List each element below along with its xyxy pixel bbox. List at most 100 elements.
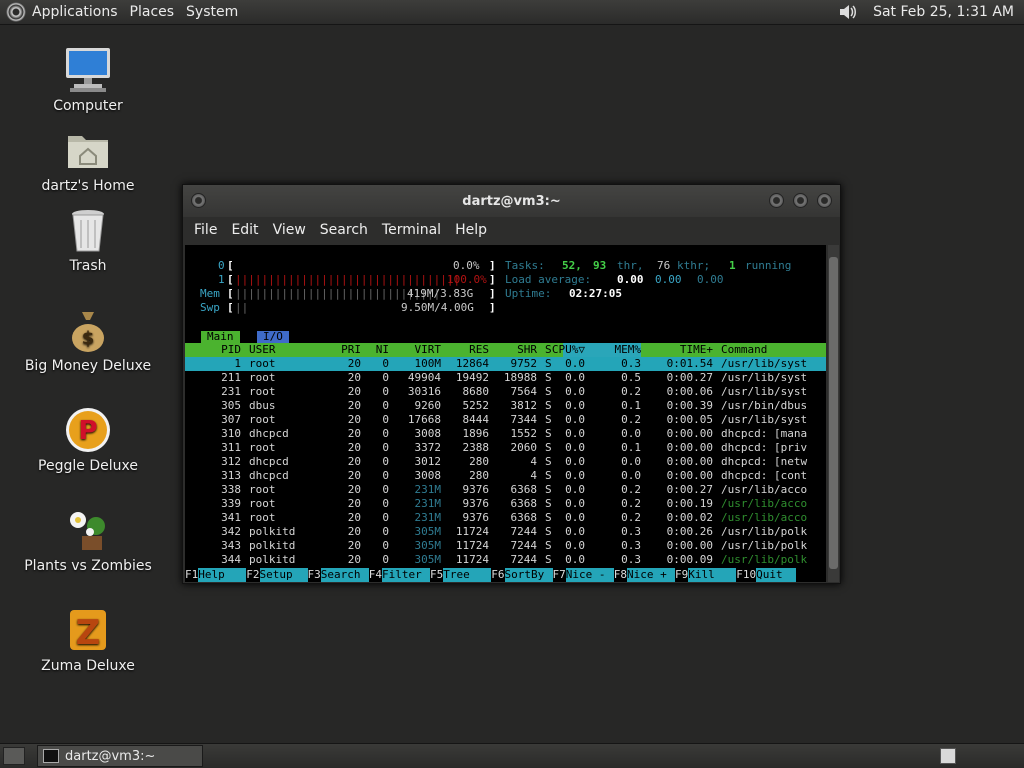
column-header[interactable]: PID <box>201 343 241 357</box>
desktop-icon-plants-zombies[interactable]: Plants vs Zombies <box>0 506 176 574</box>
menu-search[interactable]: Search <box>313 222 375 238</box>
fkey-search-button[interactable]: Search <box>320 568 369 582</box>
uptime: Uptime: 02:27:05 <box>505 287 622 300</box>
fkey-nice--button[interactable]: Nice - <box>565 568 614 582</box>
terminal-scrollbar[interactable] <box>828 245 839 582</box>
clock[interactable]: Sat Feb 25, 1:31 AM <box>867 0 1020 25</box>
process-cell: 339 <box>221 497 241 510</box>
close-icon[interactable] <box>817 193 832 208</box>
process-cell: 0 <box>382 385 389 398</box>
svg-text:$: $ <box>82 328 95 349</box>
process-cell: 0.0 <box>565 371 585 384</box>
process-columns: PID USER PRI NI VIRT RES SHR S CPU%▽ MEM% TIME+ Com… <box>185 343 826 357</box>
desktop-icon-label: Plants vs Zombies <box>24 558 152 574</box>
menu-help[interactable]: Help <box>448 222 494 238</box>
process-cell: /usr/lib/polk <box>721 553 808 566</box>
desktop-icon-zuma[interactable]: Z Zuma Deluxe <box>0 606 176 674</box>
fkey-tree-button[interactable]: Tree <box>443 568 492 582</box>
menu-edit[interactable]: Edit <box>224 222 265 238</box>
show-desktop-icon[interactable] <box>3 747 25 765</box>
fkey-help-button[interactable]: Help <box>198 568 247 582</box>
process-cell: 0.0 <box>565 357 585 370</box>
column-header[interactable]: Command <box>721 343 767 357</box>
desktop-icon-label: Peggle Deluxe <box>38 458 138 474</box>
process-row[interactable]: 311 root 20 0 3372 2388 2060 S 0.0 0.1 0:00.00 dhcp… <box>185 441 826 455</box>
window-titlebar[interactable]: dartz@vm3:~ <box>183 185 840 217</box>
column-header[interactable]: TIME+ <box>673 343 713 357</box>
maximize-icon[interactable] <box>793 193 808 208</box>
volume-icon[interactable] <box>837 1 859 23</box>
process-row[interactable]: 341 root 20 0 231M 9376 6368 S 0.0 0.2 0:00.02/usr… <box>185 511 826 525</box>
process-cell: root <box>249 385 276 398</box>
process-row[interactable]: 1 root 20 0 100M 12864 9752 S 0.0 0.3 0:01.54/usr/… <box>185 357 826 371</box>
column-header[interactable]: SHR <box>497 343 537 357</box>
process-cell: polkitd <box>249 553 296 566</box>
desktop-icon-big-money[interactable]: $ Big Money Deluxe <box>0 306 176 374</box>
menu-applications[interactable]: Applications <box>26 0 124 25</box>
fkey-number: F9 <box>675 568 689 581</box>
workspace-switcher[interactable] <box>940 748 956 764</box>
process-row[interactable]: 342 polkitd 20 0 305M 11724 7244 S 0.0 0.3 0:00.26… <box>185 525 826 539</box>
process-row[interactable]: 338 root 20 0 231M 9376 6368 S 0.0 0.2 0:00.27/usr… <box>185 483 826 497</box>
menu-terminal[interactable]: Terminal <box>375 222 448 238</box>
process-row[interactable]: 305 dbus 20 0 9260 5252 3812 S 0.0 0.1 0:00.39/usr… <box>185 399 826 413</box>
terminal-content[interactable]: 0 [ 0.0% ] 1 [ |||||||||||||||||||||||||… <box>185 245 826 582</box>
plants-zombies-icon <box>64 506 112 554</box>
process-row[interactable]: 310 dhcpcd 20 0 3008 1896 1552 S 0.0 0.0 0:00.00 dh… <box>185 427 826 441</box>
process-cell: 310 <box>221 427 241 440</box>
process-cell: root <box>249 371 276 384</box>
fkey-setup-button[interactable]: Setup <box>259 568 308 582</box>
process-cell: polkitd <box>249 539 296 552</box>
process-row[interactable]: 307 root 20 0 17668 8444 7344 S 0.0 0.2 0:00.05/us… <box>185 413 826 427</box>
scrollbar-thumb[interactable] <box>829 257 838 569</box>
column-header[interactable]: RES <box>449 343 489 357</box>
desktop-icon-computer[interactable]: Computer <box>0 46 176 114</box>
fkey-nice--button[interactable]: Nice + <box>627 568 675 582</box>
menu-places[interactable]: Places <box>124 0 181 25</box>
window-menu-icon[interactable] <box>191 193 206 208</box>
fkey-number: F4 <box>368 568 382 581</box>
process-cell: 0:00.27 <box>666 371 713 384</box>
process-row[interactable]: 211 root 20 0 49904 19492 18988 S 0.0 0.5 0:00.27/… <box>185 371 826 385</box>
fkey-sortby-button[interactable]: SortBy <box>504 568 553 582</box>
fkey-quit-button[interactable]: Quit <box>756 568 797 582</box>
fkey-filter-button[interactable]: Filter <box>382 568 430 582</box>
menu-system[interactable]: System <box>180 0 244 25</box>
process-cell: 0.0 <box>565 441 585 454</box>
process-row[interactable]: 313 dhcpcd 20 0 3008 280 4 S 0.0 0.0 0:00.00 dhcpcd… <box>185 469 826 483</box>
process-cell: 0.3 <box>621 525 641 538</box>
menu-file[interactable]: File <box>187 222 224 238</box>
terminal-icon <box>43 749 59 763</box>
process-cell: 0 <box>382 399 389 412</box>
process-row[interactable]: 339 root 20 0 231M 9376 6368 S 0.0 0.2 0:00.19/usr… <box>185 497 826 511</box>
column-header[interactable]: VIRT <box>401 343 442 357</box>
process-row[interactable]: 231 root 20 0 30316 8680 7564 S 0.0 0.2 0:00.06/us… <box>185 385 826 399</box>
process-cell: 0 <box>382 497 389 510</box>
process-cell: 0.0 <box>565 539 585 552</box>
process-cell: 0.3 <box>621 357 641 370</box>
desktop-icon-home[interactable]: dartz's Home <box>0 126 176 194</box>
desktop-icon-peggle[interactable]: P Peggle Deluxe <box>0 406 176 474</box>
desktop-icon-label: dartz's Home <box>41 178 135 194</box>
process-cell: dhcpcd: [cont <box>721 469 808 482</box>
column-header[interactable]: USER <box>249 343 276 357</box>
process-cell: 0:00.27 <box>666 483 713 496</box>
gnome-foot-icon[interactable] <box>6 2 26 22</box>
menu-view[interactable]: View <box>266 222 313 238</box>
desktop-icon-trash[interactable]: Trash <box>0 206 176 274</box>
process-cell: 0 <box>382 371 389 384</box>
process-row[interactable]: 343 polkitd 20 0 305M 11724 7244 S 0.0 0.3 0:00.00… <box>185 539 826 553</box>
process-row[interactable]: 344 polkitd 20 0 305M 11724 7244 S 0.0 0.3 0:00.09… <box>185 553 826 567</box>
column-header[interactable]: CPU%▽ <box>545 343 585 357</box>
tab-io[interactable]: I/O <box>257 331 289 343</box>
column-header[interactable]: NI <box>349 343 389 357</box>
column-header[interactable]: MEM% <box>601 343 642 357</box>
function-key-bar: F1 Help F2 Setup F3 Search F4 Filter F5 Tree F6 Sor… <box>185 568 826 582</box>
process-cell: 0.0 <box>621 469 641 482</box>
minimize-icon[interactable] <box>769 193 784 208</box>
process-row[interactable]: 312 dhcpcd 20 0 3012 280 4 S 0.0 0.0 0:00.00 dhcpcd… <box>185 455 826 469</box>
tab-main[interactable]: Main <box>201 331 240 343</box>
fkey-kill-button[interactable]: Kill <box>688 568 737 582</box>
process-cell: 0.0 <box>565 553 585 566</box>
taskbar-window-button[interactable]: dartz@vm3:~ <box>37 745 203 767</box>
